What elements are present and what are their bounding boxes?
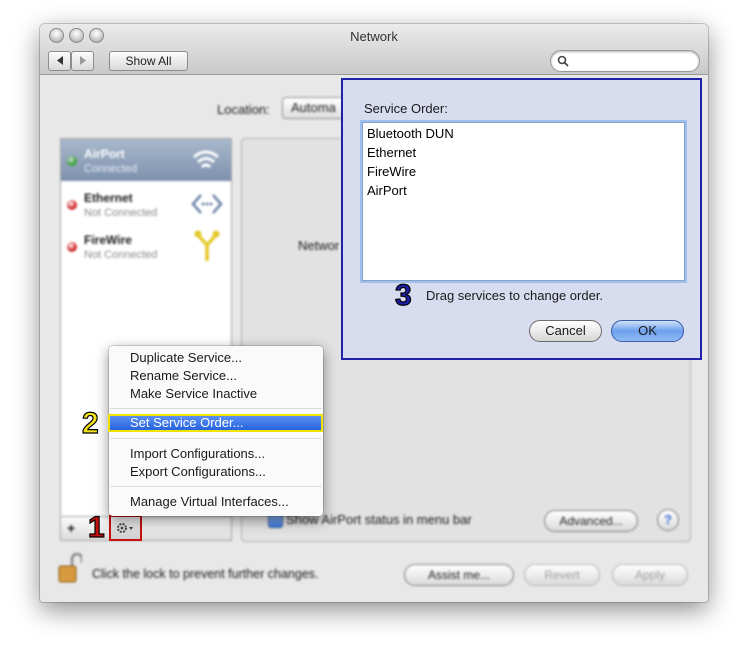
service-status: Connected [84, 163, 138, 175]
step-2-annotation: 2 [81, 407, 99, 440]
menu-item-set-service-order[interactable]: Set Service Order... [108, 414, 323, 432]
service-order-label: Service Order: [364, 101, 448, 116]
menu-item-export-configurations[interactable]: Export Configurations... [130, 464, 266, 479]
apply-button[interactable]: Apply [612, 564, 688, 586]
lock-message: Click the lock to prevent further change… [92, 567, 319, 581]
menu-item-rename-service[interactable]: Rename Service... [130, 368, 237, 383]
list-controls-bar [60, 516, 232, 541]
network-name-label: Networ [298, 238, 340, 253]
chevron-left-icon [56, 56, 63, 65]
service-name: AirPort [84, 147, 125, 161]
menu-item-make-service-inactive[interactable]: Make Service Inactive [130, 386, 257, 401]
chevron-right-icon [79, 56, 86, 65]
service-row-firewire[interactable]: FireWire Not Connected [61, 225, 231, 267]
step-3-annotation: 3 [394, 279, 412, 312]
window-title: Network [350, 29, 398, 44]
forward-button[interactable] [71, 51, 94, 71]
search-field[interactable] [550, 50, 700, 72]
add-service-button[interactable]: + [67, 520, 75, 536]
status-dot [67, 200, 77, 210]
service-status: Not Connected [84, 249, 158, 261]
service-order-item[interactable]: Bluetooth DUN [367, 126, 454, 141]
gear-icon [117, 523, 133, 533]
show-all-button[interactable]: Show All [109, 51, 188, 71]
unlocked-padlock-icon[interactable] [58, 553, 82, 583]
step-1-annotation: 1 [87, 511, 105, 544]
drag-hint-text: Drag services to change order. [426, 288, 604, 303]
assist-me-button[interactable]: Assist me... [404, 564, 514, 586]
revert-button[interactable]: Revert [524, 564, 600, 586]
service-order-item[interactable]: Ethernet [367, 145, 416, 160]
magnifier-icon [557, 55, 569, 67]
service-order-item[interactable]: FireWire [367, 164, 416, 179]
back-button[interactable] [48, 51, 71, 71]
service-name: FireWire [84, 233, 132, 247]
ok-button[interactable]: OK [611, 320, 684, 342]
service-order-sheet: Service Order: Bluetooth DUN Ethernet Fi… [341, 78, 702, 360]
menu-separator [110, 408, 322, 409]
location-label: Location: [217, 102, 270, 117]
firewire-icon [194, 230, 220, 261]
wifi-icon [193, 150, 219, 169]
status-dot [67, 242, 77, 252]
service-row-airport[interactable]: AirPort Connected [61, 139, 231, 181]
action-menu: Duplicate Service... Rename Service... M… [108, 346, 323, 516]
menu-separator [110, 438, 322, 439]
service-row-ethernet[interactable]: Ethernet Not Connected [61, 183, 231, 225]
menu-item-manage-virtual-interfaces[interactable]: Manage Virtual Interfaces... [130, 494, 289, 509]
action-gear-button[interactable] [109, 515, 142, 541]
cancel-button[interactable]: Cancel [529, 320, 602, 342]
service-status: Not Connected [84, 207, 158, 219]
advanced-button[interactable]: Advanced... [544, 510, 638, 532]
service-order-list[interactable]: Bluetooth DUN Ethernet FireWire AirPort [362, 122, 685, 281]
service-name: Ethernet [84, 191, 133, 205]
menu-item-import-configurations[interactable]: Import Configurations... [130, 446, 265, 461]
ethernet-arrows-icon [191, 194, 223, 214]
help-button[interactable]: ? [657, 509, 679, 531]
menu-separator [110, 486, 322, 487]
service-order-item[interactable]: AirPort [367, 183, 407, 198]
menu-item-duplicate-service[interactable]: Duplicate Service... [130, 350, 242, 365]
status-dot [67, 156, 77, 166]
